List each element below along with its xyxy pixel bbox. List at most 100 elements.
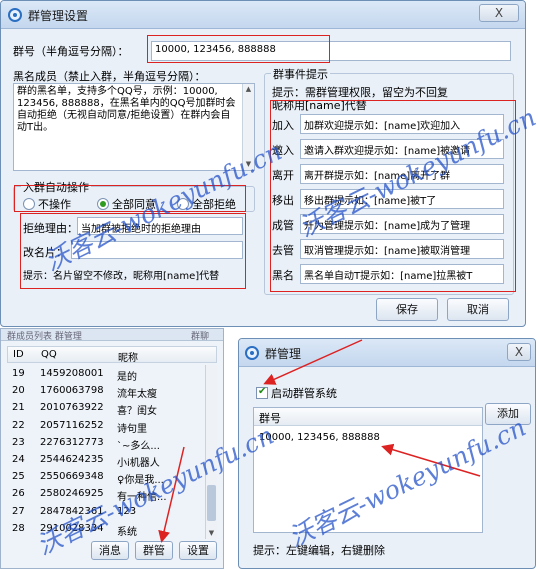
add-button[interactable]: 添加 — [485, 403, 531, 425]
group-list-col: 群号 — [259, 412, 281, 425]
event-input[interactable]: 加群欢迎提示如：[name]欢迎加入 — [300, 114, 504, 134]
enable-checkbox-box[interactable] — [256, 386, 268, 399]
member-qq: 2847842361 — [40, 505, 104, 517]
member-id: 27 — [12, 505, 25, 517]
member-list-scrollbar[interactable]: ▼ — [205, 365, 217, 539]
member-qq: 2544624235 — [40, 454, 104, 465]
group-no-input[interactable]: 10000, 123456, 888888 — [151, 41, 511, 61]
group-list-item[interactable]: 10000, 123456, 888888 — [259, 432, 380, 443]
radio-reject-all[interactable]: 全部拒绝 — [177, 196, 236, 212]
events-hint-name: 昵称用[name]代替 — [272, 99, 367, 112]
member-list-panel: 群成员列表 群管理 群聊 ID QQ 昵称 19 1459208001 是的 20 17… — [0, 328, 224, 569]
event-label: 黑名 — [272, 269, 294, 282]
group-list-header: 群号 — [254, 408, 482, 426]
member-id: 20 — [12, 385, 25, 397]
member-qq: 2550669348 — [40, 471, 104, 483]
manage-title-bar[interactable]: 群管理 X — [239, 339, 535, 367]
member-list-header: ID QQ 昵称 — [7, 346, 217, 364]
card-input[interactable] — [71, 241, 243, 259]
member-id: 23 — [12, 436, 25, 448]
member-row[interactable]: 28 2910028334 系统 — [7, 521, 205, 538]
card-label: 改名片： — [23, 246, 67, 259]
cancel-button[interactable]: 取消 — [447, 298, 509, 321]
radio-accept-all[interactable]: 全部同意 — [97, 196, 156, 212]
event-input[interactable]: 黑名单自动T提示如：[name]拉黑被T — [300, 264, 504, 284]
member-qq: 1459208001 — [40, 368, 104, 379]
reject-reason-input[interactable]: 当加群被拒绝时的拒绝理由 — [77, 217, 243, 235]
member-row[interactable]: 20 1760063798 流年太瘦 — [7, 383, 205, 400]
group-manage-dialog: 群管理 X 启动群管系统 群号 10000, 123456, 888888 添加… — [238, 338, 536, 569]
member-nick: 诗句里 — [117, 423, 147, 435]
radio-reject-all-label: 全部拒绝 — [192, 198, 236, 211]
member-row[interactable]: 19 1459208001 是的 — [7, 366, 205, 383]
member-row[interactable]: 27 2847842361 123 — [7, 504, 205, 520]
member-row[interactable]: 26 2580246925 有一种信... — [7, 486, 205, 504]
enable-manage-checkbox[interactable]: 启动群管系统 — [256, 385, 337, 401]
member-qq: 2057116252 — [40, 419, 104, 431]
scroll-down-icon[interactable]: ▼ — [206, 528, 217, 539]
app-logo-icon — [245, 346, 259, 360]
event-input[interactable]: 升为管理提示如：[name]成为了管理 — [300, 214, 504, 234]
panel-tab-chat[interactable]: 群聊 — [191, 329, 209, 340]
group-list[interactable]: 群号 10000, 123456, 888888 — [253, 407, 483, 533]
manage-close-button[interactable]: X — [507, 343, 531, 361]
event-input[interactable]: 移出群提示如：[name]被T了 — [300, 189, 504, 209]
member-id: 25 — [12, 471, 25, 483]
settings-title: 群管理设置 — [28, 9, 89, 23]
radio-no-action-label: 不操作 — [38, 198, 71, 211]
col-nick: 昵称 — [118, 353, 138, 364]
app-logo-icon — [8, 8, 22, 22]
scroll-down-icon[interactable]: ▼ — [243, 159, 254, 170]
radio-accept-all-label: 全部同意 — [112, 198, 156, 211]
panel-tab-strip[interactable]: 群成员列表 群管理 群聊 — [1, 329, 223, 341]
member-row[interactable]: 21 2010763922 喜？闺女 — [7, 400, 205, 418]
member-row[interactable]: 23 2276312773 `~多么... — [7, 435, 205, 452]
scroll-up-icon[interactable]: ▲ — [243, 84, 254, 95]
member-id: 28 — [12, 522, 25, 534]
panel-tabs-text[interactable]: 群成员列表 群管理 — [7, 329, 82, 340]
member-row[interactable]: 25 2550669348 ♀你是我... — [7, 469, 205, 487]
member-qq: 2010763922 — [40, 402, 104, 414]
blacklist-label: 黑名成员（禁止入群，半角逗号分隔）： — [13, 70, 206, 83]
event-label: 邀入 — [272, 144, 294, 157]
member-id: 21 — [12, 402, 25, 414]
radio-accept-all-dot[interactable] — [97, 198, 109, 210]
member-id: 19 — [12, 368, 25, 379]
member-qq: 2910028334 — [40, 522, 104, 534]
member-id: 24 — [12, 454, 25, 465]
member-nick: 123 — [117, 505, 137, 517]
event-label: 成管 — [272, 219, 294, 232]
radio-no-action[interactable]: 不操作 — [23, 196, 71, 212]
member-qq: 2276312773 — [40, 436, 104, 448]
settings-button[interactable]: 设置 — [179, 541, 217, 560]
radio-no-action-dot[interactable] — [23, 198, 35, 210]
member-qq: 1760063798 — [40, 385, 104, 397]
blacklist-scrollbar[interactable]: ▲ ▼ — [242, 84, 254, 170]
member-nick: 有一种信... — [117, 492, 167, 504]
manage-title: 群管理 — [265, 347, 302, 361]
event-input[interactable]: 取消管理提示如：[name]被取消管理 — [300, 239, 504, 259]
member-row[interactable]: 24 2544624235 小i机器人 — [7, 452, 205, 469]
member-nick: ♀你是我... — [117, 475, 164, 487]
settings-title-bar[interactable]: 群管理设置 X — [1, 1, 525, 29]
member-row[interactable]: 22 2057116252 诗句里 — [7, 418, 205, 435]
member-nick: 小i机器人 — [117, 458, 160, 469]
event-label: 移出 — [272, 194, 294, 207]
events-title: 群事件提示 — [271, 66, 330, 82]
message-button[interactable]: 消息 — [91, 541, 129, 560]
event-input[interactable]: 邀请入群欢迎提示如：[name]被邀请 — [300, 139, 504, 159]
scroll-thumb[interactable] — [207, 485, 216, 521]
radio-reject-all-dot[interactable] — [177, 198, 189, 210]
member-id: 22 — [12, 419, 25, 431]
reject-reason-label: 拒绝理由： — [23, 222, 78, 235]
group-no-label: 群号（半角逗号分隔）： — [13, 45, 129, 58]
group-manage-button[interactable]: 群管 — [135, 541, 173, 560]
save-button[interactable]: 保存 — [376, 298, 438, 321]
blacklist-textarea[interactable]: 群的黑名单，支持多个QQ号，示例：10000, 123456, 888888，在… — [13, 83, 255, 171]
event-label: 离开 — [272, 169, 294, 182]
col-id: ID — [13, 349, 24, 360]
settings-close-button[interactable]: X — [479, 4, 519, 22]
member-nick: 喜？闺女 — [117, 406, 157, 418]
event-label: 加入 — [272, 119, 294, 132]
event-input[interactable]: 离开群提示如：[name]离开了群 — [300, 164, 504, 184]
